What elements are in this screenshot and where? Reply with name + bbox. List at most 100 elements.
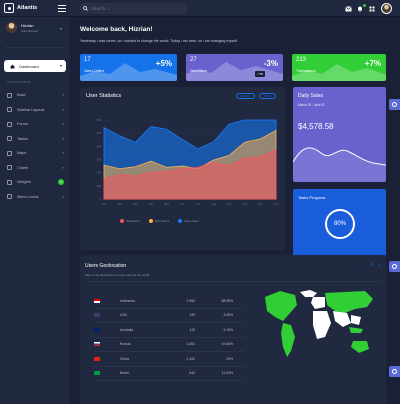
sidebar-item-maps[interactable]: Maps ▾ bbox=[0, 146, 70, 161]
envelope-icon[interactable] bbox=[345, 5, 352, 12]
divider bbox=[85, 281, 381, 282]
th-list-icon bbox=[7, 107, 12, 113]
world-map bbox=[265, 290, 373, 357]
user-profile[interactable]: Hizrian Administrator bbox=[6, 22, 39, 33]
y-tick-label: 0 bbox=[99, 197, 101, 201]
sidebar-item-base[interactable]: Base ▾ bbox=[0, 88, 70, 103]
settings-fab-button[interactable] bbox=[389, 261, 400, 272]
user-avatar bbox=[6, 22, 17, 33]
chart-tooltip: • 778 bbox=[254, 71, 265, 77]
card-title: Users Geolocation bbox=[85, 263, 127, 269]
user-name: Hizrian bbox=[21, 22, 34, 28]
tasks-progress-card: Tasks Progress 80% bbox=[293, 189, 386, 260]
users-count: 1,100 bbox=[186, 356, 196, 361]
layers-icon[interactable] bbox=[369, 6, 376, 12]
chevron-down-icon: ▾ bbox=[59, 63, 62, 68]
refresh-icon[interactable]: ↻ bbox=[371, 262, 374, 267]
user-role: Administrator bbox=[21, 28, 39, 33]
x-tick-label: Aug bbox=[211, 202, 216, 206]
menu-toggle-icon[interactable] bbox=[58, 5, 66, 14]
avatar[interactable] bbox=[381, 3, 392, 14]
flag-russia-icon bbox=[94, 342, 100, 347]
app-name: Atlantis bbox=[17, 5, 38, 11]
flag-china-icon bbox=[94, 356, 100, 361]
stat-label: New Users bbox=[190, 69, 208, 73]
daily-sales-card: Daily Sales March 25 - April 02 $4,578.5… bbox=[293, 87, 386, 182]
x-tick-label: Jul bbox=[196, 202, 200, 206]
section-label: COMPONENTS bbox=[7, 80, 31, 84]
chevron-down-icon: ▾ bbox=[62, 107, 64, 112]
users-percent: 20% bbox=[226, 356, 233, 361]
bars-icon bbox=[7, 194, 12, 200]
users-percent: 4.06% bbox=[223, 313, 233, 318]
sidebar-item-tables[interactable]: Tables ▾ bbox=[0, 132, 70, 147]
stat-label: Users Online bbox=[84, 69, 105, 73]
table-icon bbox=[7, 136, 12, 142]
stat-value: 213 bbox=[296, 57, 307, 63]
x-tick-label: Oct bbox=[243, 202, 248, 206]
flag-australia-icon bbox=[94, 327, 100, 332]
sidebar-item-label: Charts bbox=[17, 165, 29, 170]
country-name: Brasil bbox=[120, 371, 129, 376]
settings-fab-button[interactable] bbox=[389, 366, 400, 377]
chart-legend: Subscribers New Visitors Active Users bbox=[120, 219, 199, 223]
caret-down-icon[interactable]: ▾ bbox=[60, 26, 62, 31]
close-icon[interactable]: × bbox=[378, 262, 380, 267]
x-tick-label: Feb bbox=[117, 202, 122, 206]
sidebar-item-charts[interactable]: Charts ▾ bbox=[0, 161, 70, 176]
sidebar-item-label: Tables bbox=[17, 136, 28, 141]
logo-icon bbox=[4, 3, 14, 13]
x-tick-label: Apr bbox=[149, 202, 153, 206]
table-row: Australia 119 3.16% bbox=[94, 323, 244, 338]
chevron-down-icon: ▾ bbox=[62, 136, 64, 141]
user-statistics-card: User Statistics Export Print 0 100 200 300 4… bbox=[80, 87, 285, 250]
flag-indonesia-icon bbox=[94, 298, 100, 303]
y-tick-label: 500 bbox=[96, 131, 101, 135]
legend-item[interactable]: Active Users bbox=[178, 219, 199, 223]
stat-card-transactions: 213 Transactions +7% bbox=[292, 54, 386, 81]
sidebar-item-dashboard[interactable]: Dashboard ▾ bbox=[4, 60, 66, 72]
stat-change: -3% bbox=[263, 59, 278, 68]
page-subtitle: Yesterday I was clever, so I wanted to c… bbox=[80, 39, 238, 43]
geo-table: Indonesia 2.550 68.98% USA 149 4.06% Austral… bbox=[94, 294, 244, 381]
search-bar[interactable] bbox=[80, 3, 187, 14]
stat-value: 27 bbox=[190, 57, 197, 63]
chevron-down-icon: ▾ bbox=[62, 194, 64, 199]
users-geolocation-card: Users Geolocation Map of the distributio… bbox=[80, 255, 386, 404]
table-row: USA 149 4.06% bbox=[94, 309, 244, 323]
legend-item[interactable]: New Visitors bbox=[148, 219, 169, 223]
sidebar-item-label: Widgets bbox=[17, 180, 31, 185]
desktop-icon bbox=[7, 179, 12, 185]
count-badge: 4 bbox=[58, 179, 64, 186]
gear-icon bbox=[392, 102, 397, 107]
x-tick-label: Sep bbox=[227, 202, 232, 206]
pen-icon bbox=[7, 121, 12, 127]
search-icon[interactable] bbox=[83, 6, 88, 11]
search-input[interactable] bbox=[91, 6, 181, 11]
y-tick-label: 400 bbox=[96, 144, 101, 148]
collapse-icon[interactable]: − bbox=[364, 262, 366, 267]
x-tick-label: Jun bbox=[180, 202, 185, 206]
legend-item[interactable]: Subscribers bbox=[120, 219, 140, 223]
settings-fab-button[interactable] bbox=[389, 99, 400, 110]
page-title: Welcome back, Hizrian! bbox=[80, 26, 153, 33]
x-tick-label: Nov bbox=[258, 202, 264, 206]
sidebar-item-menu-levels[interactable]: Menu Levels ▾ bbox=[0, 190, 70, 205]
users-count: 119 bbox=[189, 327, 195, 332]
sidebar-item-label: Dashboard bbox=[19, 63, 39, 69]
users-count: 2.550 bbox=[186, 298, 196, 303]
users-percent: 19.65% bbox=[221, 342, 234, 347]
sidebar-item-sidebar-layouts[interactable]: Sidebar Layouts ▾ bbox=[0, 103, 70, 118]
flag-brasil-icon bbox=[94, 371, 100, 376]
table-row: China 1,100 20% bbox=[94, 352, 244, 367]
sidebar-item-forms[interactable]: Forms ▾ bbox=[0, 117, 70, 132]
country-name: China bbox=[120, 356, 129, 361]
bell-icon[interactable] bbox=[357, 3, 366, 12]
x-tick-label: Mar bbox=[133, 202, 138, 206]
brand-logo[interactable]: Atlantis bbox=[4, 3, 37, 13]
stat-value: 17 bbox=[84, 57, 91, 63]
sidebar-item-widgets[interactable]: Widgets 4 bbox=[0, 175, 70, 190]
y-tick-label: 300 bbox=[96, 158, 101, 162]
country-name: USA bbox=[120, 313, 127, 318]
gear-icon bbox=[392, 369, 397, 374]
